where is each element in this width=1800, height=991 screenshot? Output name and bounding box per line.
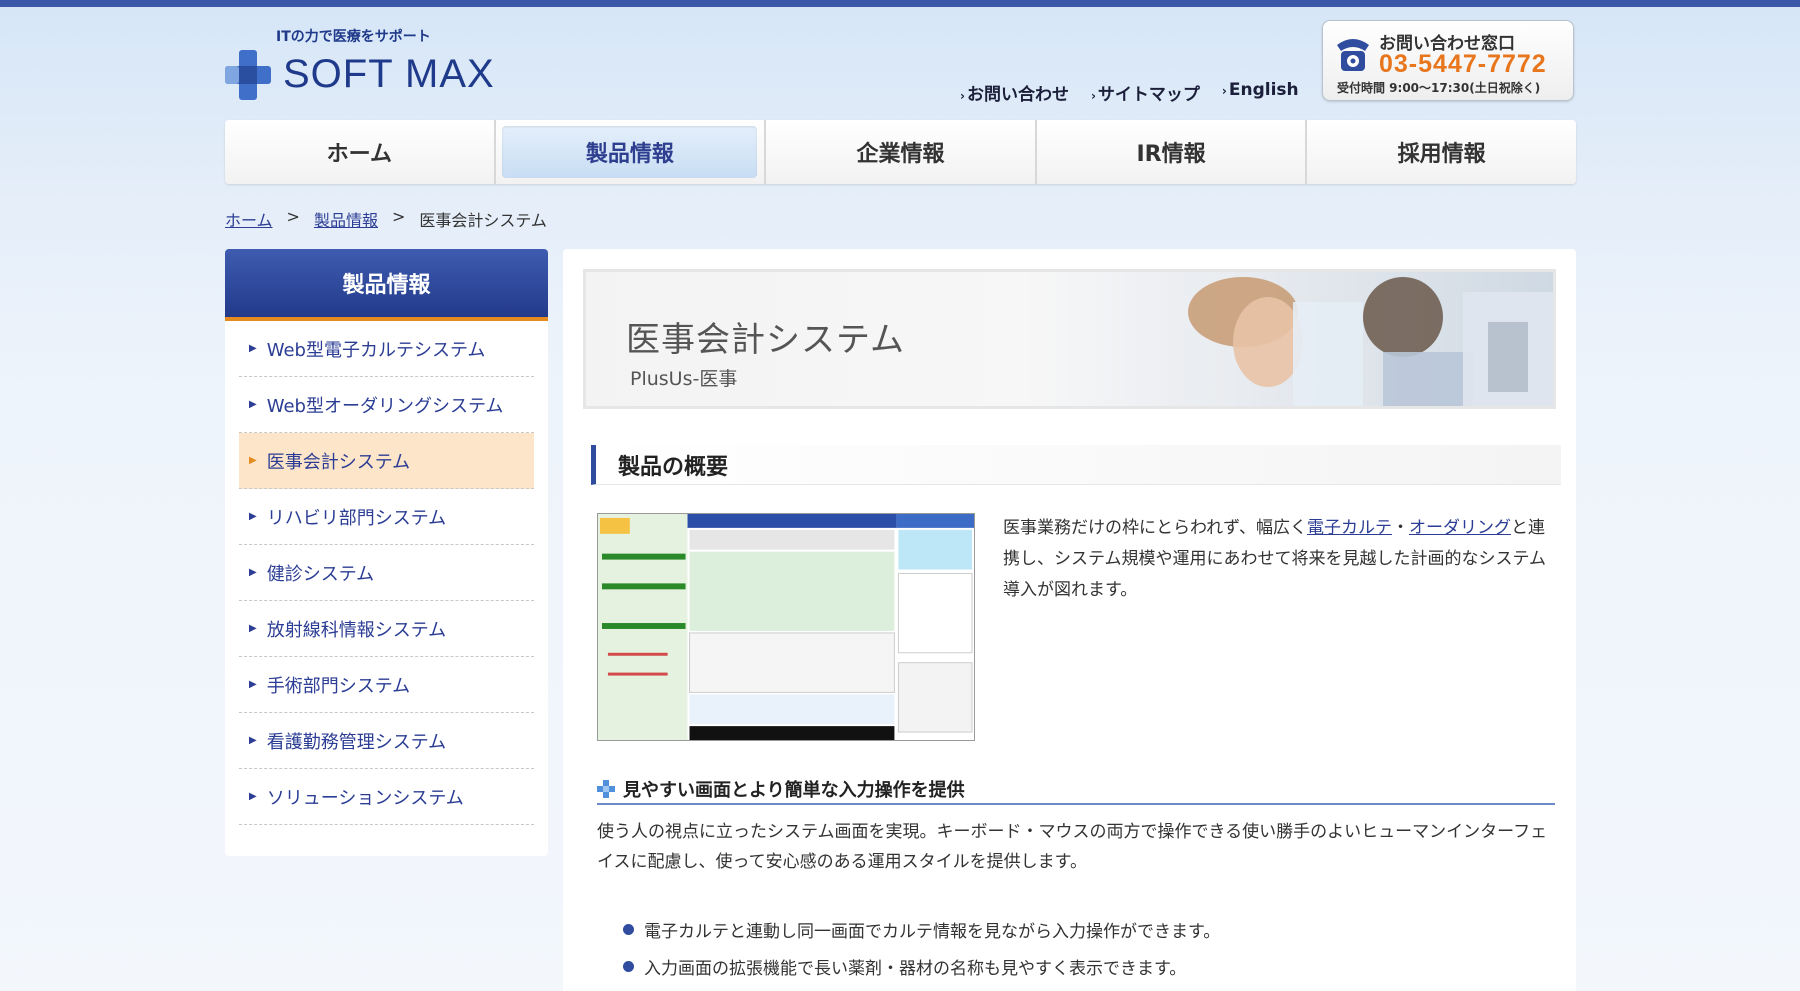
sidebar-item-web-emr[interactable]: ▶ Web型電子カルテシステム	[239, 321, 534, 377]
sidebar-title: 製品情報	[225, 249, 548, 321]
sidebar-item-label: Web型オーダリングシステム	[266, 395, 504, 417]
nav-item-home-label: ホーム	[326, 142, 392, 167]
sidebar-item-label: Web型電子カルテシステム	[266, 339, 486, 361]
banner-subtitle: PlusUs-医事	[630, 368, 738, 390]
header-link-sitemap-label: サイトマップ	[1097, 85, 1200, 105]
product-screenshot-image[interactable]	[597, 513, 975, 741]
bullet-text: 電子カルテと連動し同一画面でカルテ情報を見ながら入力操作ができます。	[644, 922, 1221, 942]
nav-item-home[interactable]: ホーム	[225, 120, 496, 184]
banner-office-photo	[1093, 272, 1553, 406]
sidebar-item-label: リハビリ部門システム	[266, 507, 447, 529]
top-accent-bar	[0, 0, 1800, 7]
header-link-contact-label: お問い合わせ	[966, 85, 1069, 105]
breadcrumb-current: 医事会計システム	[419, 211, 547, 230]
sidebar-item-label: 手術部門システム	[266, 675, 411, 697]
header-link-sitemap[interactable]: › サイトマップ	[1091, 80, 1200, 105]
nav-item-recruit-label: 採用情報	[1397, 142, 1486, 167]
chevron-right-icon: ▶	[249, 567, 257, 578]
header-link-contact[interactable]: › お問い合わせ	[960, 80, 1069, 105]
sidebar-item-label: 健診システム	[266, 563, 375, 585]
sidebar-item-health-checkup[interactable]: ▶ 健診システム	[239, 545, 534, 601]
breadcrumb-home[interactable]: ホーム	[225, 207, 273, 231]
nav-item-ir-label: IR情報	[1136, 142, 1206, 167]
bullet-dot-icon	[623, 924, 634, 935]
contact-box[interactable]: お問い合わせ窓口 03-5447-7772 受付時間 9:00～17:30(土日…	[1322, 20, 1574, 101]
breadcrumb: ホーム > 製品情報 > 医事会計システム	[225, 207, 547, 231]
list-item: 電子カルテと連動し同一画面でカルテ情報を見ながら入力操作ができます。	[623, 911, 1220, 948]
logo-tagline: ITの力で医療をサポート	[276, 29, 431, 45]
logo-text[interactable]: SOFT MAX	[283, 52, 495, 97]
nav-item-products-label: 製品情報	[502, 126, 758, 178]
nav-item-recruit[interactable]: 採用情報	[1307, 120, 1576, 184]
main-content: 医事会計システム PlusUs-医事 製品の概要 医事業務だけの枠にとらわれず、…	[563, 249, 1576, 991]
product-banner: 医事会計システム PlusUs-医事	[583, 269, 1556, 409]
bullet-dot-icon	[623, 961, 634, 972]
sidebar-item-label: 看護勤務管理システム	[266, 731, 447, 753]
chevron-right-icon: ▶	[249, 735, 257, 746]
chevron-right-icon: ▶	[249, 455, 257, 466]
header-link-english-label: English	[1228, 80, 1299, 100]
global-nav: ホーム 製品情報 企業情報 IR情報 採用情報	[225, 120, 1576, 184]
feature-heading: 見やすい画面とより簡単な入力操作を提供	[597, 775, 1555, 805]
chevron-right-icon: ▶	[249, 511, 257, 522]
sidebar-list: ▶ Web型電子カルテシステム ▶ Web型オーダリングシステム ▶ 医事会計システム…	[225, 321, 548, 825]
link-ordering[interactable]: オーダリング	[1409, 518, 1511, 538]
sidebar-item-radiology[interactable]: ▶ 放射線科情報システム	[239, 601, 534, 657]
section-heading-overview: 製品の概要	[591, 445, 1561, 485]
feature-description: 使う人の視点に立ったシステム画面を実現。キーボード・マウスの両方で操作できる使い…	[597, 822, 1548, 872]
chevron-right-icon: ▶	[249, 791, 257, 802]
intro-text-start: 医事業務だけの枠にとらわれず、幅広く	[1003, 518, 1307, 538]
sidebar-item-surgery[interactable]: ▶ 手術部門システム	[239, 657, 534, 713]
chevron-right-icon: ▶	[249, 343, 257, 354]
blue-cross-icon	[597, 780, 615, 798]
chevron-right-icon: ▶	[249, 679, 257, 690]
nav-item-ir[interactable]: IR情報	[1037, 120, 1308, 184]
telephone-icon	[1337, 39, 1369, 71]
list-item: 入力画面の拡張機能で長い薬剤・器材の名称も見やすく表示できます。	[623, 948, 1220, 985]
chevron-right-icon: ▶	[249, 399, 257, 410]
feature-bullets: 電子カルテと連動し同一画面でカルテ情報を見ながら入力操作ができます。 入力画面の…	[623, 911, 1220, 985]
link-emr[interactable]: 電子カルテ	[1307, 518, 1392, 538]
sidebar-item-solutions[interactable]: ▶ ソリューションシステム	[239, 769, 534, 825]
nav-item-products[interactable]: 製品情報	[496, 120, 767, 184]
sidebar-item-label: 医事会計システム	[266, 451, 411, 473]
sidebar-item-web-ordering[interactable]: ▶ Web型オーダリングシステム	[239, 377, 534, 433]
sidebar-item-label: ソリューションシステム	[266, 787, 464, 809]
breadcrumb-separator: >	[286, 207, 300, 226]
intro-separator: ・	[1391, 518, 1409, 538]
bullet-text: 入力画面の拡張機能で長い薬剤・器材の名称も見やすく表示できます。	[644, 959, 1187, 979]
header-links: › お問い合わせ › サイトマップ › English	[960, 80, 1299, 105]
header-link-english[interactable]: › English	[1222, 80, 1299, 105]
logo-cross-icon[interactable]	[225, 50, 271, 100]
breadcrumb-separator: >	[391, 207, 406, 226]
sidebar-item-label: 放射線科情報システム	[266, 619, 447, 641]
sidebar: 製品情報 ▶ Web型電子カルテシステム ▶ Web型オーダリングシステム ▶ 医事会…	[225, 249, 548, 856]
sidebar-item-nurse-scheduling[interactable]: ▶ 看護勤務管理システム	[239, 713, 534, 769]
banner-title: 医事会計システム	[626, 320, 905, 360]
sidebar-item-rehab[interactable]: ▶ リハビリ部門システム	[239, 489, 534, 545]
nav-item-company-label: 企業情報	[856, 142, 945, 167]
intro-paragraph: 医事業務だけの枠にとらわれず、幅広く電子カルテ・オーダリングと連携し、システム規…	[1003, 513, 1553, 606]
breadcrumb-products[interactable]: 製品情報	[314, 207, 378, 231]
sidebar-item-medical-accounting[interactable]: ▶ 医事会計システム	[239, 433, 534, 489]
contact-hours: 受付時間 9:00～17:30(土日祝除く)	[1337, 81, 1541, 95]
nav-item-company[interactable]: 企業情報	[766, 120, 1037, 184]
feature-heading-text: 見やすい画面とより簡単な入力操作を提供	[623, 780, 965, 801]
contact-phone-number[interactable]: 03-5447-7772	[1379, 50, 1547, 79]
chevron-right-icon: ▶	[249, 623, 257, 634]
